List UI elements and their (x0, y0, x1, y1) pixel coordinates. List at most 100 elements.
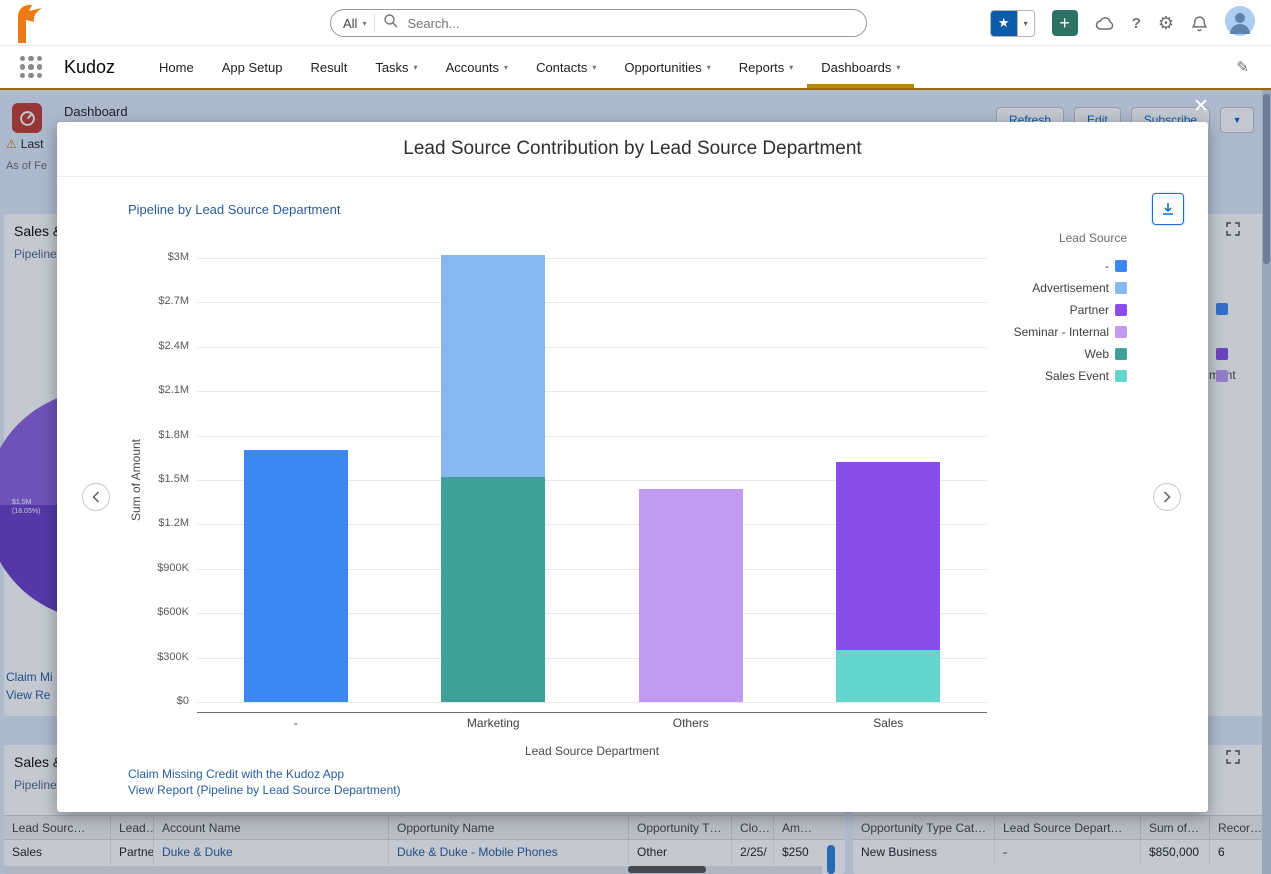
gridline (197, 702, 987, 703)
legend-swatch (1115, 260, 1127, 272)
view-report-link[interactable]: View Report (Pipeline by Lead Source Dep… (128, 783, 401, 797)
gear-icon[interactable]: ⚙ (1158, 13, 1174, 34)
chevron-down-icon[interactable]: ▾ (504, 63, 508, 72)
chevron-down-icon[interactable]: ▾ (707, 63, 711, 72)
lead-source-modal: Lead Source Contribution by Lead Source … (57, 122, 1208, 812)
legend-label: Sales Event (1045, 369, 1109, 383)
chart-area: Pipeline by Lead Source Department Lead … (57, 178, 1208, 812)
nav-tab-label: Opportunities (624, 60, 701, 75)
legend-item[interactable]: Seminar - Internal (1014, 321, 1127, 343)
y-tick-label: $900K (119, 562, 189, 574)
legend-label: Web (1085, 347, 1109, 361)
chevron-down-icon[interactable]: ▾ (592, 63, 596, 72)
legend-label: Partner (1070, 303, 1109, 317)
modal-header: Lead Source Contribution by Lead Source … (57, 122, 1208, 177)
legend-item[interactable]: Partner (1014, 299, 1127, 321)
y-tick-label: $1.8M (119, 429, 189, 441)
user-avatar[interactable] (1225, 6, 1255, 41)
plot-area (197, 258, 987, 702)
chart-legend: Lead Source - Advertisement Partner Seminar… (1014, 231, 1127, 387)
global-header: All ▾ ★ ▾ + ? ⚙ (0, 0, 1271, 46)
app-launcher-icon[interactable] (20, 56, 42, 78)
setup-cloud-icon[interactable] (1095, 15, 1115, 32)
next-chart-button[interactable] (1153, 483, 1181, 511)
chart-legend-items: - Advertisement Partner Seminar - Internal W… (1014, 255, 1127, 387)
legend-title: Lead Source (1014, 231, 1127, 245)
search-icon (383, 13, 398, 33)
gridline (197, 302, 987, 303)
search-scope-label: All (343, 16, 357, 31)
gridline (197, 436, 987, 437)
nav-tab-label: Reports (739, 60, 785, 75)
nav-tab-label: Result (310, 60, 347, 75)
nav-tab-dashboards[interactable]: Dashboards ▾ (807, 46, 914, 88)
y-axis-ticks: $0$300K$600K$900K$1.2M$1.5M$1.8M$2.1M$2.… (119, 258, 189, 702)
nav-tab-label: Dashboards (821, 60, 891, 75)
bar-segment[interactable] (441, 477, 545, 702)
gridline (197, 347, 987, 348)
x-category-label: Others (592, 716, 790, 730)
favorites-control[interactable]: ★ ▾ (990, 10, 1035, 37)
claim-credit-link[interactable]: Claim Missing Credit with the Kudoz App (128, 767, 344, 781)
chevron-down-icon[interactable]: ▾ (1017, 11, 1034, 36)
previous-chart-button[interactable] (82, 483, 110, 511)
legend-item[interactable]: - (1014, 255, 1127, 277)
bar-segment[interactable] (244, 450, 348, 702)
legend-swatch (1115, 370, 1127, 382)
legend-swatch (1115, 326, 1127, 338)
modal-title: Lead Source Contribution by Lead Source … (403, 138, 861, 160)
x-axis-title: Lead Source Department (197, 744, 987, 758)
quick-create-button[interactable]: + (1052, 10, 1078, 36)
header-actions: ★ ▾ + ? ⚙ (990, 8, 1255, 38)
download-button[interactable] (1152, 193, 1184, 225)
nav-tab-result[interactable]: Result (296, 46, 361, 88)
search-scope-select[interactable]: All ▾ (341, 16, 372, 31)
chevron-down-icon: ▾ (362, 19, 366, 28)
help-icon[interactable]: ? (1132, 15, 1141, 32)
chevron-down-icon[interactable]: ▾ (414, 63, 418, 72)
bar-segment[interactable] (836, 650, 940, 702)
nav-tab-opportunities[interactable]: Opportunities ▾ (610, 46, 724, 88)
close-icon[interactable]: ✕ (1189, 95, 1213, 119)
star-icon[interactable]: ★ (991, 11, 1017, 36)
y-tick-label: $1.5M (119, 473, 189, 485)
bar-segment[interactable] (639, 489, 743, 702)
nav-tab-label: Home (159, 60, 194, 75)
x-axis-line (197, 712, 987, 713)
x-category-label: Sales (790, 716, 988, 730)
app-logo-icon (10, 3, 46, 48)
legend-label: Seminar - Internal (1014, 325, 1109, 339)
global-search[interactable]: All ▾ (330, 9, 867, 37)
y-tick-label: $2.4M (119, 340, 189, 352)
legend-swatch (1115, 348, 1127, 360)
chevron-down-icon[interactable]: ▾ (896, 63, 900, 72)
divider (374, 14, 375, 32)
chevron-down-icon[interactable]: ▾ (789, 63, 793, 72)
app-name: Kudoz (64, 57, 115, 78)
y-tick-label: $2.7M (119, 295, 189, 307)
nav-tab-app-setup[interactable]: App Setup (208, 46, 297, 88)
legend-swatch (1115, 304, 1127, 316)
nav-tab-contacts[interactable]: Contacts ▾ (522, 46, 610, 88)
screen: All ▾ ★ ▾ + ? ⚙ (0, 0, 1271, 874)
y-tick-label: $300K (119, 651, 189, 663)
edit-nav-pencil-icon[interactable]: ✎ (1236, 58, 1249, 76)
legend-item[interactable]: Sales Event (1014, 365, 1127, 387)
nav-tab-tasks[interactable]: Tasks▾ (361, 46, 431, 88)
search-input[interactable] (405, 15, 856, 32)
legend-item[interactable]: Web (1014, 343, 1127, 365)
legend-label: - (1105, 259, 1109, 273)
nav-tab-label: Contacts (536, 60, 587, 75)
nav-tab-reports[interactable]: Reports ▾ (725, 46, 808, 88)
chart-title-link[interactable]: Pipeline by Lead Source Department (128, 202, 340, 217)
bar-segment[interactable] (836, 462, 940, 650)
nav-tab-home[interactable]: Home (145, 46, 208, 88)
nav-tab-accounts[interactable]: Accounts▾ (432, 46, 523, 88)
bell-icon[interactable] (1191, 15, 1208, 32)
bar-segment[interactable] (441, 255, 545, 477)
legend-item[interactable]: Advertisement (1014, 277, 1127, 299)
y-tick-label: $600K (119, 606, 189, 618)
gridline (197, 258, 987, 259)
x-axis-categories: -MarketingOthersSales (197, 716, 987, 732)
y-tick-label: $1.2M (119, 517, 189, 529)
